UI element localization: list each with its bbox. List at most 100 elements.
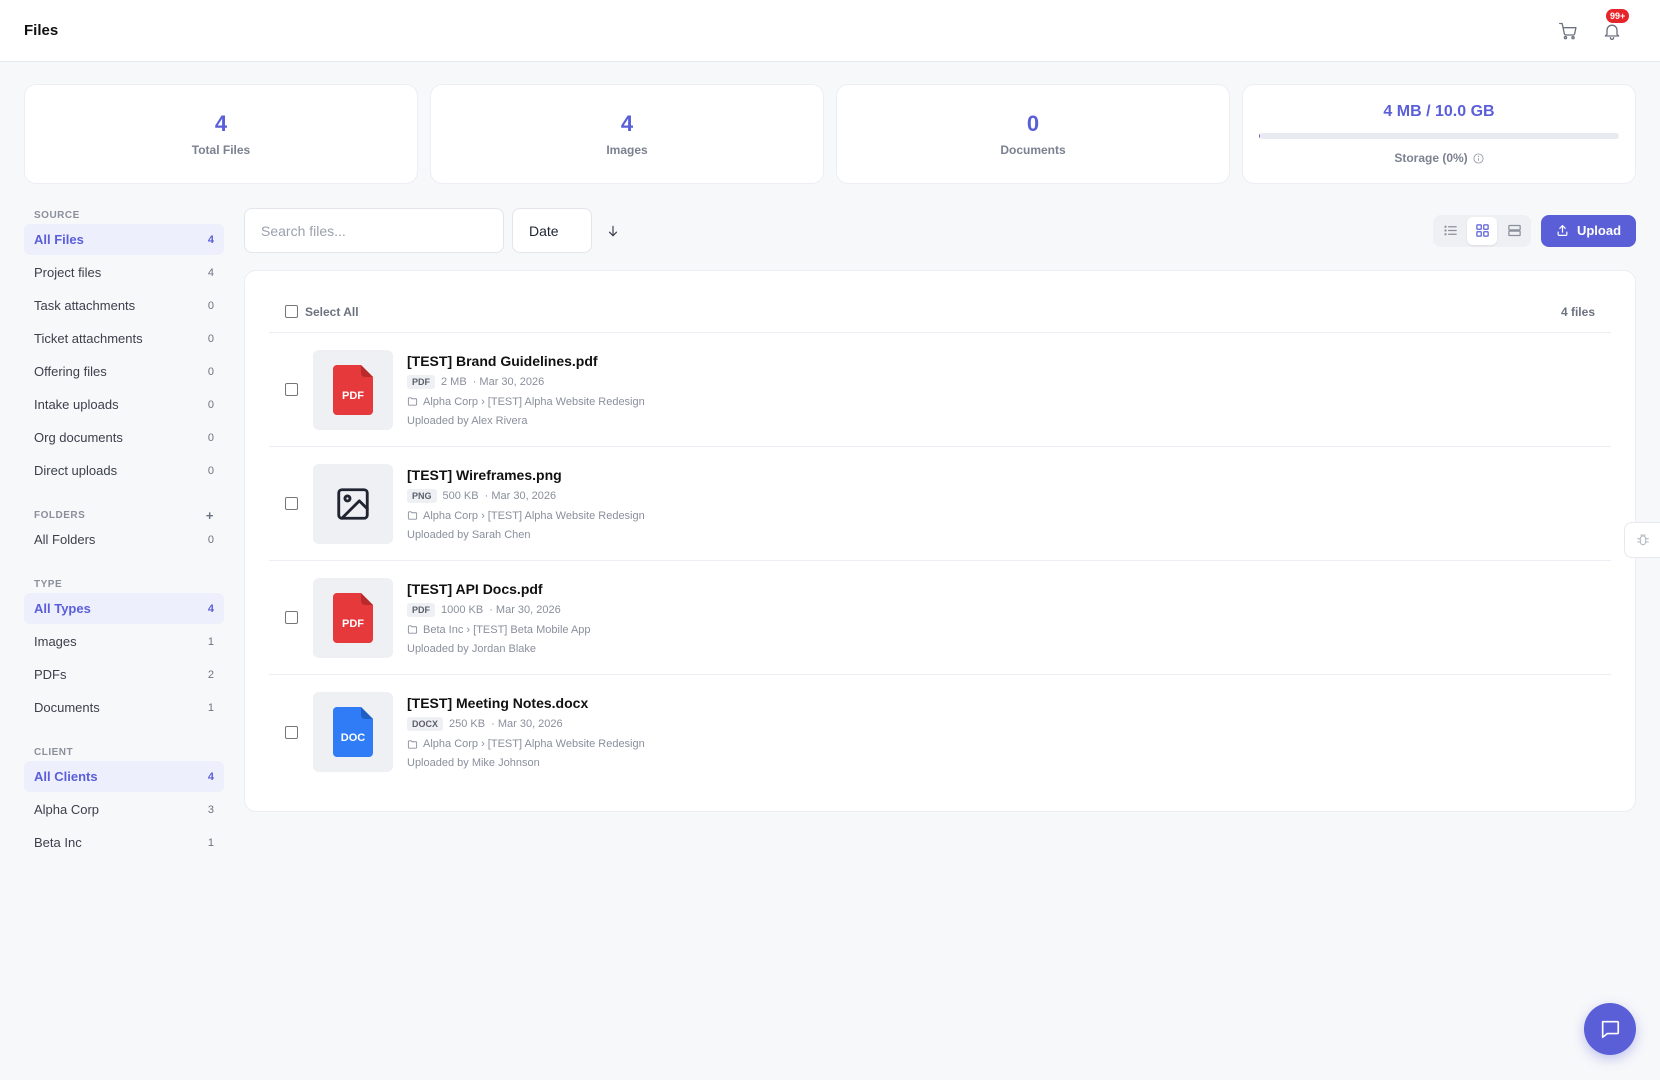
- sidebar-item-direct-uploads[interactable]: Direct uploads 0: [24, 455, 224, 486]
- doc-file-icon: DOC: [333, 707, 373, 757]
- file-meta: PNG 500 KB · Mar 30, 2026: [407, 488, 645, 503]
- sidebar-item-all-types[interactable]: All Types 4: [24, 593, 224, 624]
- sidebar-item-beta-inc[interactable]: Beta Inc 1: [24, 827, 224, 858]
- file-meta: PDF 2 MB · Mar 30, 2026: [407, 374, 645, 389]
- sidebar-item-ticket-attachments[interactable]: Ticket attachments 0: [24, 323, 224, 354]
- item-count: 0: [207, 464, 214, 477]
- folder-icon: [407, 739, 418, 749]
- file-thumbnail[interactable]: PDF: [313, 349, 393, 430]
- file-path-text: Alpha Corp › [TEST] Alpha Website Redesi…: [423, 738, 645, 750]
- item-count: 4: [207, 602, 214, 615]
- file-name[interactable]: [TEST] Wireframes.png: [407, 467, 645, 483]
- file-type-badge: PDF: [407, 374, 435, 389]
- file-info: [TEST] Wireframes.png PNG 500 KB · Mar 30,…: [407, 467, 645, 541]
- folder-icon: [407, 511, 418, 520]
- sidebar-item-pdfs[interactable]: PDFs 2: [24, 659, 224, 690]
- add-folder-button[interactable]: +: [206, 508, 214, 523]
- file-row[interactable]: PDF [TEST] API Docs.pdf PDF 1000 KB · Mar …: [269, 561, 1611, 675]
- file-date: · Mar 30, 2026: [472, 375, 545, 388]
- info-icon[interactable]: [1473, 152, 1484, 164]
- upload-label: Upload: [1576, 223, 1622, 238]
- file-uploader: Uploaded by Jordan Blake: [407, 642, 537, 655]
- file-path: Alpha Corp › [TEST] Alpha Website Redesi…: [407, 738, 645, 750]
- folder-icon: [407, 625, 418, 634]
- thumb-label: PDF: [342, 390, 364, 402]
- file-meta: DOCX 250 KB · Mar 30, 2026: [407, 717, 645, 731]
- sidebar-item-all-files[interactable]: All Files 4: [24, 224, 224, 255]
- sidebar-heading-client: CLIENT: [34, 746, 74, 758]
- file-uploader: Uploaded by Mike Johnson: [407, 757, 540, 769]
- sort-direction-button[interactable]: [602, 220, 624, 242]
- grid-icon: [1475, 224, 1489, 237]
- search-input[interactable]: [244, 208, 504, 253]
- notifications-button[interactable]: 99+: [1600, 8, 1630, 43]
- file-size: 1000 KB: [441, 603, 484, 616]
- sidebar-item-org-documents[interactable]: Org documents 0: [24, 422, 224, 453]
- sidebar-item-offering-files[interactable]: Offering files 0: [24, 356, 224, 387]
- stat-card-total-files: 4 Total Files: [24, 84, 418, 184]
- stat-value: 4: [214, 111, 228, 136]
- sort-select[interactable]: Date: [512, 208, 592, 253]
- pdf-file-icon: PDF: [333, 364, 373, 415]
- select-all-checkbox[interactable]: [285, 305, 298, 318]
- sidebar-item-all-folders[interactable]: All Folders 0: [24, 524, 224, 555]
- file-row[interactable]: PDF [TEST] Brand Guidelines.pdf PDF 2 MB ·…: [269, 333, 1611, 447]
- sort-value: Date: [529, 222, 559, 239]
- item-count: 4: [207, 266, 214, 279]
- file-thumbnail[interactable]: DOC: [313, 692, 393, 772]
- select-all-label[interactable]: Select All: [305, 305, 359, 319]
- file-name[interactable]: [TEST] API Docs.pdf: [407, 581, 591, 597]
- file-checkbox[interactable]: [285, 611, 298, 624]
- file-checkbox[interactable]: [285, 383, 298, 396]
- item-count: 0: [207, 431, 214, 444]
- rows-view-button[interactable]: [1499, 217, 1529, 245]
- item-count: 3: [207, 803, 214, 816]
- grid-view-button[interactable]: [1467, 216, 1497, 245]
- file-name[interactable]: [TEST] Brand Guidelines.pdf: [407, 353, 645, 369]
- sidebar-item-task-attachments[interactable]: Task attachments 0: [24, 290, 224, 321]
- stat-card-storage: 4 MB / 10.0 GB Storage (0%): [1242, 84, 1636, 184]
- file-checkbox[interactable]: [285, 497, 298, 510]
- sidebar-item-intake-uploads[interactable]: Intake uploads 0: [24, 389, 224, 420]
- file-type-badge: DOCX: [407, 717, 444, 731]
- item-count: 0: [207, 365, 214, 378]
- sidebar-item-alpha-corp[interactable]: Alpha Corp 3: [24, 794, 224, 825]
- file-path-text: Alpha Corp › [TEST] Alpha Website Redesi…: [423, 395, 645, 408]
- sidebar-item-project-files[interactable]: Project files 4: [24, 257, 224, 288]
- bug-icon: [1636, 534, 1649, 546]
- stats-row: 4 Total Files 4 Images 0 Documents 4 MB …: [24, 84, 1636, 184]
- upload-button[interactable]: Upload: [1541, 214, 1636, 247]
- file-path: Alpha Corp › [TEST] Alpha Website Redesi…: [407, 396, 645, 408]
- stat-card-images: 4 Images: [430, 84, 824, 184]
- sidebar-item-images[interactable]: Images 1: [24, 626, 224, 657]
- file-info: [TEST] Brand Guidelines.pdf PDF 2 MB · Mar…: [407, 353, 645, 427]
- file-uploader: Uploaded by Sarah Chen: [407, 528, 531, 541]
- file-checkbox[interactable]: [285, 725, 298, 739]
- file-name[interactable]: [TEST] Meeting Notes.docx: [407, 695, 645, 711]
- chat-button[interactable]: [1584, 1003, 1636, 1055]
- sidebar-item-documents[interactable]: Documents 1: [24, 692, 224, 723]
- stat-value: 4: [620, 111, 634, 136]
- sidebar-heading-folders: FOLDERS +: [34, 507, 214, 523]
- file-path-text: Alpha Corp › [TEST] Alpha Website Redesi…: [423, 509, 645, 522]
- file-row[interactable]: DOC [TEST] Meeting Notes.docx DOCX 250 KB…: [269, 675, 1611, 789]
- file-row[interactable]: [TEST] Wireframes.png PNG 500 KB · Mar 30,…: [269, 447, 1611, 561]
- file-path: Alpha Corp › [TEST] Alpha Website Redesi…: [407, 510, 645, 522]
- file-count: 4 files: [1560, 304, 1595, 319]
- file-type-badge: PDF: [407, 602, 435, 617]
- notification-badge: 99+: [1606, 8, 1630, 23]
- file-list-header: Select All 4 files: [269, 271, 1611, 333]
- list-view-button[interactable]: [1435, 217, 1465, 245]
- upload-icon: [1557, 225, 1568, 236]
- stat-label: Images: [606, 143, 648, 157]
- sidebar-item-all-clients[interactable]: All Clients 4: [24, 761, 224, 792]
- arrow-down-icon: [608, 225, 618, 236]
- item-count: 0: [207, 332, 214, 345]
- cart-button[interactable]: [1556, 19, 1580, 43]
- file-uploader: Uploaded by Alex Rivera: [407, 414, 528, 427]
- debug-side-tab[interactable]: [1624, 522, 1660, 558]
- item-count: 1: [207, 635, 214, 648]
- item-count: 0: [207, 398, 214, 411]
- file-thumbnail[interactable]: PDF: [313, 577, 393, 658]
- file-thumbnail[interactable]: [313, 463, 393, 544]
